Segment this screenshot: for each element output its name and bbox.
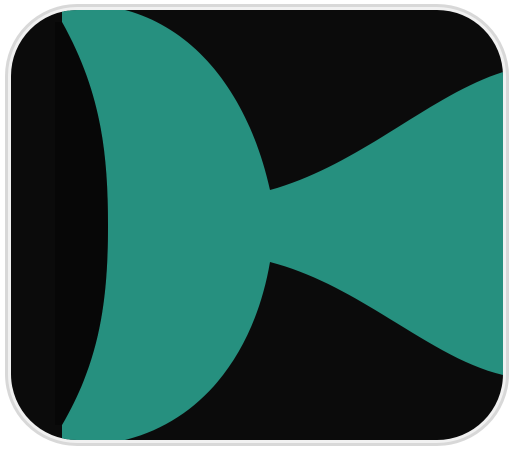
app-icon-canvas [0,0,514,450]
teal-fish-logo-icon [5,4,509,446]
